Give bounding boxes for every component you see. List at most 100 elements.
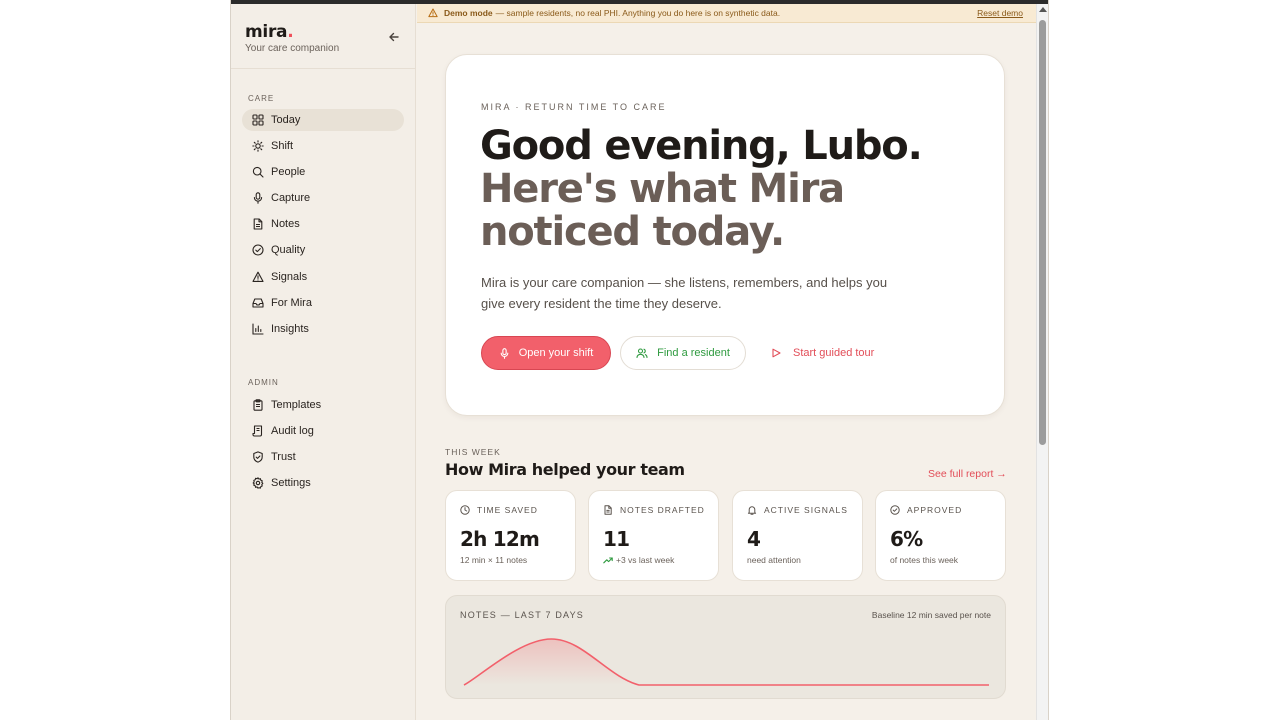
brand-logo[interactable]: mira. bbox=[245, 22, 294, 42]
bar-chart-icon bbox=[252, 323, 264, 335]
sidebar-item-trust[interactable]: Trust bbox=[242, 446, 404, 468]
sidebar-item-label: Trust bbox=[271, 451, 296, 463]
stat-subtext: +3 vs last week bbox=[603, 555, 674, 565]
microphone-icon bbox=[253, 192, 263, 204]
page-title: Good evening, Lubo. Here's what Mira not… bbox=[480, 125, 980, 254]
greeting-text: Good evening, Lubo. bbox=[480, 123, 923, 169]
open-shift-label: Open your shift bbox=[518, 347, 594, 359]
guided-tour-label: Start guided tour bbox=[793, 347, 875, 359]
stat-card-notes-drafted[interactable]: NOTES DRAFTED 11 +3 vs last week bbox=[588, 490, 719, 581]
stat-header: APPROVED bbox=[890, 505, 962, 515]
stat-value: 11 bbox=[603, 527, 630, 551]
brand-tagline: Your care companion bbox=[245, 43, 340, 54]
sun-icon bbox=[252, 140, 264, 152]
sidebar-item-templates[interactable]: Templates bbox=[242, 394, 404, 416]
sidebar-item-label: Insights bbox=[271, 323, 309, 335]
clock-icon bbox=[460, 505, 470, 515]
sidebar-divider bbox=[231, 68, 415, 69]
sidebar-item-label: Shift bbox=[271, 140, 294, 152]
stat-card-active-signals[interactable]: ACTIVE SIGNALS 4 need attention bbox=[732, 490, 863, 581]
search-icon bbox=[252, 166, 264, 178]
sidebar-item-label: Templates bbox=[271, 399, 322, 411]
app-window: mira. Your care companion CARE Today Shi… bbox=[230, 0, 1049, 720]
guided-tour-button[interactable]: Start guided tour bbox=[771, 336, 874, 370]
scroll-icon bbox=[252, 425, 263, 437]
reset-demo-link[interactable]: Reset demo bbox=[977, 8, 1023, 18]
stat-label: TIME SAVED bbox=[477, 505, 538, 515]
see-full-report-link[interactable]: See full report → bbox=[928, 468, 1007, 480]
page-scrollbar[interactable] bbox=[1036, 4, 1048, 720]
sidebar-item-capture[interactable]: Capture bbox=[242, 187, 404, 209]
hero-eyebrow: MIRA · RETURN TIME TO CARE bbox=[481, 102, 667, 112]
demo-mode-text: — sample residents, no real PHI. Anythin… bbox=[495, 8, 781, 18]
sidebar-item-quality[interactable]: Quality bbox=[242, 239, 404, 261]
trend-up-icon bbox=[603, 557, 613, 564]
stat-subtext: need attention bbox=[747, 555, 801, 565]
grid-icon bbox=[252, 114, 264, 126]
week-eyebrow: THIS WEEK bbox=[445, 447, 501, 457]
inbox-icon bbox=[252, 298, 264, 308]
bell-icon bbox=[747, 506, 757, 515]
stat-header: ACTIVE SIGNALS bbox=[747, 505, 848, 515]
chart-area-fill bbox=[464, 639, 989, 685]
admin-section-label: ADMIN bbox=[248, 378, 279, 387]
sidebar-item-label: Today bbox=[271, 114, 301, 126]
users-icon bbox=[636, 348, 648, 359]
stat-card-time-saved[interactable]: TIME SAVED 2h 12m 12 min × 11 notes bbox=[445, 490, 576, 581]
sidebar-item-shift[interactable]: Shift bbox=[242, 135, 404, 157]
find-resident-button[interactable]: Find a resident bbox=[620, 336, 746, 370]
stat-subtext: of notes this week bbox=[890, 555, 959, 565]
scroll-up-arrow[interactable] bbox=[1039, 7, 1047, 12]
sidebar-item-label: Settings bbox=[271, 477, 311, 489]
chart-baseline-note: Baseline 12 min saved per note bbox=[871, 610, 991, 620]
sidebar-item-label: Audit log bbox=[271, 425, 314, 437]
stat-value: 6% bbox=[890, 527, 923, 551]
stat-header: NOTES DRAFTED bbox=[603, 505, 705, 515]
find-resident-label: Find a resident bbox=[657, 347, 730, 359]
stat-label: NOTES DRAFTED bbox=[620, 505, 705, 515]
microphone-icon bbox=[500, 347, 509, 359]
stat-label: APPROVED bbox=[907, 505, 963, 515]
hero-description: Mira is your care companion — she listen… bbox=[481, 275, 888, 311]
demo-mode-label: Demo mode bbox=[444, 8, 493, 18]
week-title: How Mira helped your team bbox=[445, 460, 685, 479]
care-section-label: CARE bbox=[248, 94, 275, 103]
sidebar-item-notes[interactable]: Notes bbox=[242, 213, 404, 235]
document-icon bbox=[604, 505, 612, 515]
sidebar-item-label: Capture bbox=[271, 192, 311, 204]
sidebar-item-insights[interactable]: Insights bbox=[242, 318, 404, 340]
stat-subtext: 12 min × 11 notes bbox=[460, 555, 528, 565]
sidebar-item-signals[interactable]: Signals bbox=[242, 266, 404, 288]
sidebar-item-people[interactable]: People bbox=[242, 161, 404, 183]
stat-header: TIME SAVED bbox=[460, 505, 538, 515]
open-shift-button[interactable]: Open your shift bbox=[481, 336, 611, 370]
sidebar-item-settings[interactable]: Settings bbox=[242, 472, 404, 494]
hero-card: MIRA · RETURN TIME TO CARE Good evening,… bbox=[445, 54, 1005, 416]
sidebar-item-label: Quality bbox=[271, 244, 306, 256]
clipboard-icon bbox=[253, 399, 263, 411]
sidebar-item-label: People bbox=[271, 166, 306, 178]
sidebar-item-for-mira[interactable]: For Mira bbox=[242, 292, 404, 314]
sidebar-item-audit-log[interactable]: Audit log bbox=[242, 420, 404, 442]
shield-icon bbox=[253, 451, 263, 463]
demo-banner: Demo mode — sample residents, no real PH… bbox=[417, 4, 1037, 23]
scrollbar-thumb[interactable] bbox=[1039, 20, 1046, 445]
warning-icon bbox=[428, 8, 438, 18]
sidebar-item-label: Notes bbox=[271, 218, 300, 230]
chart-title: NOTES — LAST 7 DAYS bbox=[460, 610, 584, 620]
sidebar-item-today[interactable]: Today bbox=[242, 109, 404, 131]
sidebar-item-label: For Mira bbox=[271, 297, 312, 309]
stat-value: 2h 12m bbox=[460, 527, 540, 551]
stat-card-approved[interactable]: APPROVED 6% of notes this week bbox=[875, 490, 1006, 581]
subgreeting-text: Here's what Mira noticed today. bbox=[480, 166, 845, 255]
check-circle-icon bbox=[890, 505, 900, 515]
stat-value: 4 bbox=[747, 527, 761, 551]
stat-label: ACTIVE SIGNALS bbox=[764, 505, 848, 515]
document-icon bbox=[253, 218, 263, 230]
play-icon bbox=[772, 348, 781, 358]
warning-icon bbox=[252, 271, 264, 282]
sidebar-item-label: Signals bbox=[271, 271, 308, 283]
collapse-sidebar-icon[interactable] bbox=[386, 29, 402, 45]
notes-chart-card: NOTES — LAST 7 DAYS Baseline 12 min save… bbox=[445, 595, 1006, 699]
check-circle-icon bbox=[252, 244, 264, 256]
